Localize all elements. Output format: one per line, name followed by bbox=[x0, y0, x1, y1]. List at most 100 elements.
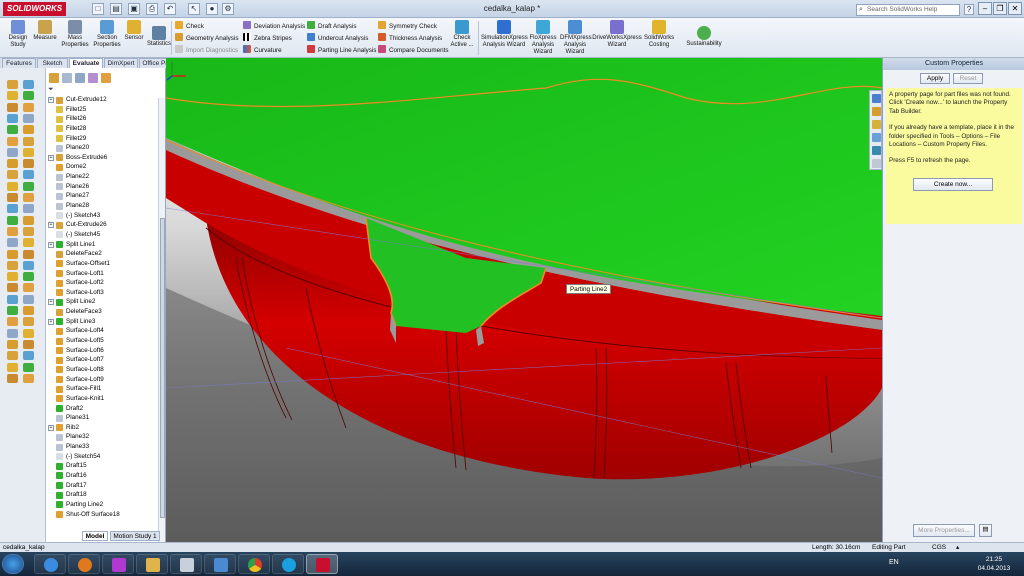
minimize-button[interactable]: – bbox=[978, 2, 992, 15]
taskbar-media-button[interactable] bbox=[102, 554, 134, 574]
file-explorer-icon[interactable] bbox=[872, 120, 881, 129]
deviation-analysis-button[interactable]: Deviation Analysis bbox=[243, 21, 305, 32]
feature-tree-item[interactable]: Plane31 bbox=[46, 413, 158, 423]
tool-icon[interactable] bbox=[23, 136, 34, 146]
tool-icon[interactable] bbox=[23, 113, 34, 123]
tool-icon[interactable] bbox=[23, 147, 34, 157]
feature-tree-item[interactable]: Plane33 bbox=[46, 442, 158, 452]
feature-tree-item[interactable]: Shut-Off Surface18 bbox=[46, 510, 158, 520]
taskbar-chrome-button[interactable] bbox=[238, 554, 270, 574]
feature-tree-item[interactable]: Fillet28 bbox=[46, 124, 158, 134]
floxpress-button[interactable]: FloXpress Analysis Wizard bbox=[528, 20, 558, 56]
curvature-button[interactable]: Curvature bbox=[243, 45, 282, 56]
help-icon[interactable]: ? bbox=[964, 4, 974, 15]
configuration-manager-icon[interactable] bbox=[75, 73, 85, 83]
tool-icon[interactable] bbox=[23, 125, 34, 135]
sensor-button[interactable]: Sensor bbox=[123, 20, 145, 42]
feature-tree-item[interactable]: + Boss-Extrude6 bbox=[46, 153, 158, 163]
thickness-analysis-button[interactable]: Thickness Analysis bbox=[378, 33, 442, 44]
taskbar-player-button[interactable] bbox=[204, 554, 236, 574]
check-active-button[interactable]: Check Active ... bbox=[448, 20, 476, 49]
mass-properties-button[interactable]: Mass Properties bbox=[60, 20, 90, 49]
feature-tree-item[interactable]: Surface-Loft3 bbox=[46, 288, 158, 298]
feature-tree-item[interactable]: Dome2 bbox=[46, 162, 158, 172]
simulationxpress-button[interactable]: SimulationXpress Analysis Wizard bbox=[481, 20, 528, 49]
tool-icon[interactable] bbox=[7, 283, 18, 293]
create-now-button[interactable]: Create now... bbox=[913, 178, 993, 191]
clock[interactable]: 21:25 04.04.2013 bbox=[974, 555, 1014, 573]
feature-tree-item[interactable]: Surface-Loft9 bbox=[46, 375, 158, 385]
tool-icon[interactable] bbox=[7, 125, 18, 135]
more-properties-button[interactable]: More Properties... bbox=[913, 524, 975, 537]
feature-tree-item[interactable]: Parting Line2 bbox=[46, 500, 158, 510]
feature-tree-item[interactable]: + Split Line2 bbox=[46, 297, 158, 307]
feature-manager-icon[interactable] bbox=[49, 73, 59, 83]
expand-icon[interactable]: + bbox=[48, 241, 54, 248]
feature-tree-item[interactable]: Surface-Loft5 bbox=[46, 336, 158, 346]
symmetry-check-button[interactable]: Symmetry Check bbox=[378, 21, 437, 32]
tool-icon[interactable] bbox=[7, 373, 18, 383]
tool-icon[interactable] bbox=[23, 170, 34, 180]
tab-dimxpert[interactable]: DimXpert bbox=[104, 58, 138, 68]
feature-tree-item[interactable]: Plane32 bbox=[46, 432, 158, 442]
feature-tree-item[interactable]: Draft2 bbox=[46, 404, 158, 414]
feature-tree-item[interactable]: Draft17 bbox=[46, 481, 158, 491]
restore-button[interactable]: ❐ bbox=[993, 2, 1007, 15]
feature-tree-item[interactable]: DeleteFace3 bbox=[46, 307, 158, 317]
tool-icon[interactable] bbox=[7, 351, 18, 361]
property-manager-icon[interactable] bbox=[62, 73, 72, 83]
section-properties-button[interactable]: Section Properties bbox=[92, 20, 122, 49]
tool-icon[interactable] bbox=[7, 317, 18, 327]
tool-icon[interactable] bbox=[23, 226, 34, 236]
tool-icon[interactable] bbox=[7, 159, 18, 169]
tool-icon[interactable] bbox=[7, 102, 18, 112]
tool-icon[interactable] bbox=[7, 193, 18, 202]
feature-tree-item[interactable]: Surface-Loft8 bbox=[46, 365, 158, 375]
measure-button[interactable]: Measure bbox=[33, 20, 57, 42]
tool-icon[interactable] bbox=[23, 102, 34, 112]
feature-tree-item[interactable]: Surface-Loft4 bbox=[46, 326, 158, 336]
tool-icon[interactable] bbox=[23, 328, 34, 338]
tool-icon[interactable] bbox=[7, 328, 18, 338]
tab-evaluate[interactable]: Evaluate bbox=[69, 58, 103, 68]
draft-analysis-button[interactable]: Draft Analysis bbox=[307, 21, 357, 32]
feature-tree-item[interactable]: Plane26 bbox=[46, 182, 158, 192]
geometry-analysis-button[interactable]: Geometry Analysis bbox=[175, 33, 239, 44]
appearances-icon[interactable] bbox=[872, 146, 881, 155]
dimxpert-manager-icon[interactable] bbox=[88, 73, 98, 83]
tool-icon[interactable] bbox=[7, 136, 18, 146]
tool-icon[interactable] bbox=[7, 215, 18, 225]
feature-tree-item[interactable]: Draft18 bbox=[46, 490, 158, 500]
zebra-stripes-button[interactable]: Zebra Stripes bbox=[243, 33, 292, 44]
tool-icon[interactable] bbox=[23, 193, 34, 202]
display-manager-icon[interactable] bbox=[101, 73, 111, 83]
feature-tree-item[interactable]: Surface-Loft6 bbox=[46, 346, 158, 356]
feature-tree-item[interactable]: DeleteFace2 bbox=[46, 249, 158, 259]
feature-tree-item[interactable]: + Rib2 bbox=[46, 423, 158, 433]
tool-icon[interactable] bbox=[23, 181, 34, 191]
tool-icon[interactable] bbox=[23, 306, 34, 315]
tool-icon[interactable] bbox=[7, 91, 18, 101]
feature-tree-item[interactable]: (-) Sketch43 bbox=[46, 211, 158, 221]
tool-icon[interactable] bbox=[23, 339, 34, 349]
graphics-area[interactable]: Parting Line2 bbox=[166, 58, 882, 542]
help-search-input[interactable]: ⌕ Search SolidWorks Help bbox=[856, 4, 960, 16]
tool-icon[interactable] bbox=[7, 260, 18, 270]
check-button[interactable]: Check bbox=[175, 21, 204, 32]
feature-tree-item[interactable]: Surface-Knit1 bbox=[46, 394, 158, 404]
feature-tree-item[interactable]: + Cut-Extrude26 bbox=[46, 220, 158, 230]
feature-tree-item[interactable]: Plane20 bbox=[46, 143, 158, 153]
parting-line-analysis-button[interactable]: Parting Line Analysis bbox=[307, 45, 376, 56]
feature-tree-item[interactable]: Draft15 bbox=[46, 461, 158, 471]
reset-button[interactable]: Reset bbox=[953, 73, 983, 84]
taskbar-skype-button[interactable] bbox=[272, 554, 304, 574]
driveworksxpress-button[interactable]: DriveWorksXpress Wizard bbox=[592, 20, 642, 49]
feature-tree-item[interactable]: Surface-Loft1 bbox=[46, 269, 158, 279]
tool-icon[interactable] bbox=[23, 159, 34, 169]
feature-tree-item[interactable]: Plane22 bbox=[46, 172, 158, 182]
tab-features[interactable]: Features bbox=[2, 58, 36, 68]
tree-vertical-scrollbar[interactable] bbox=[158, 98, 165, 576]
properties-settings-icon[interactable]: ▤ bbox=[979, 524, 992, 537]
feature-tree-item[interactable]: Plane28 bbox=[46, 201, 158, 211]
tool-icon[interactable] bbox=[23, 215, 34, 225]
